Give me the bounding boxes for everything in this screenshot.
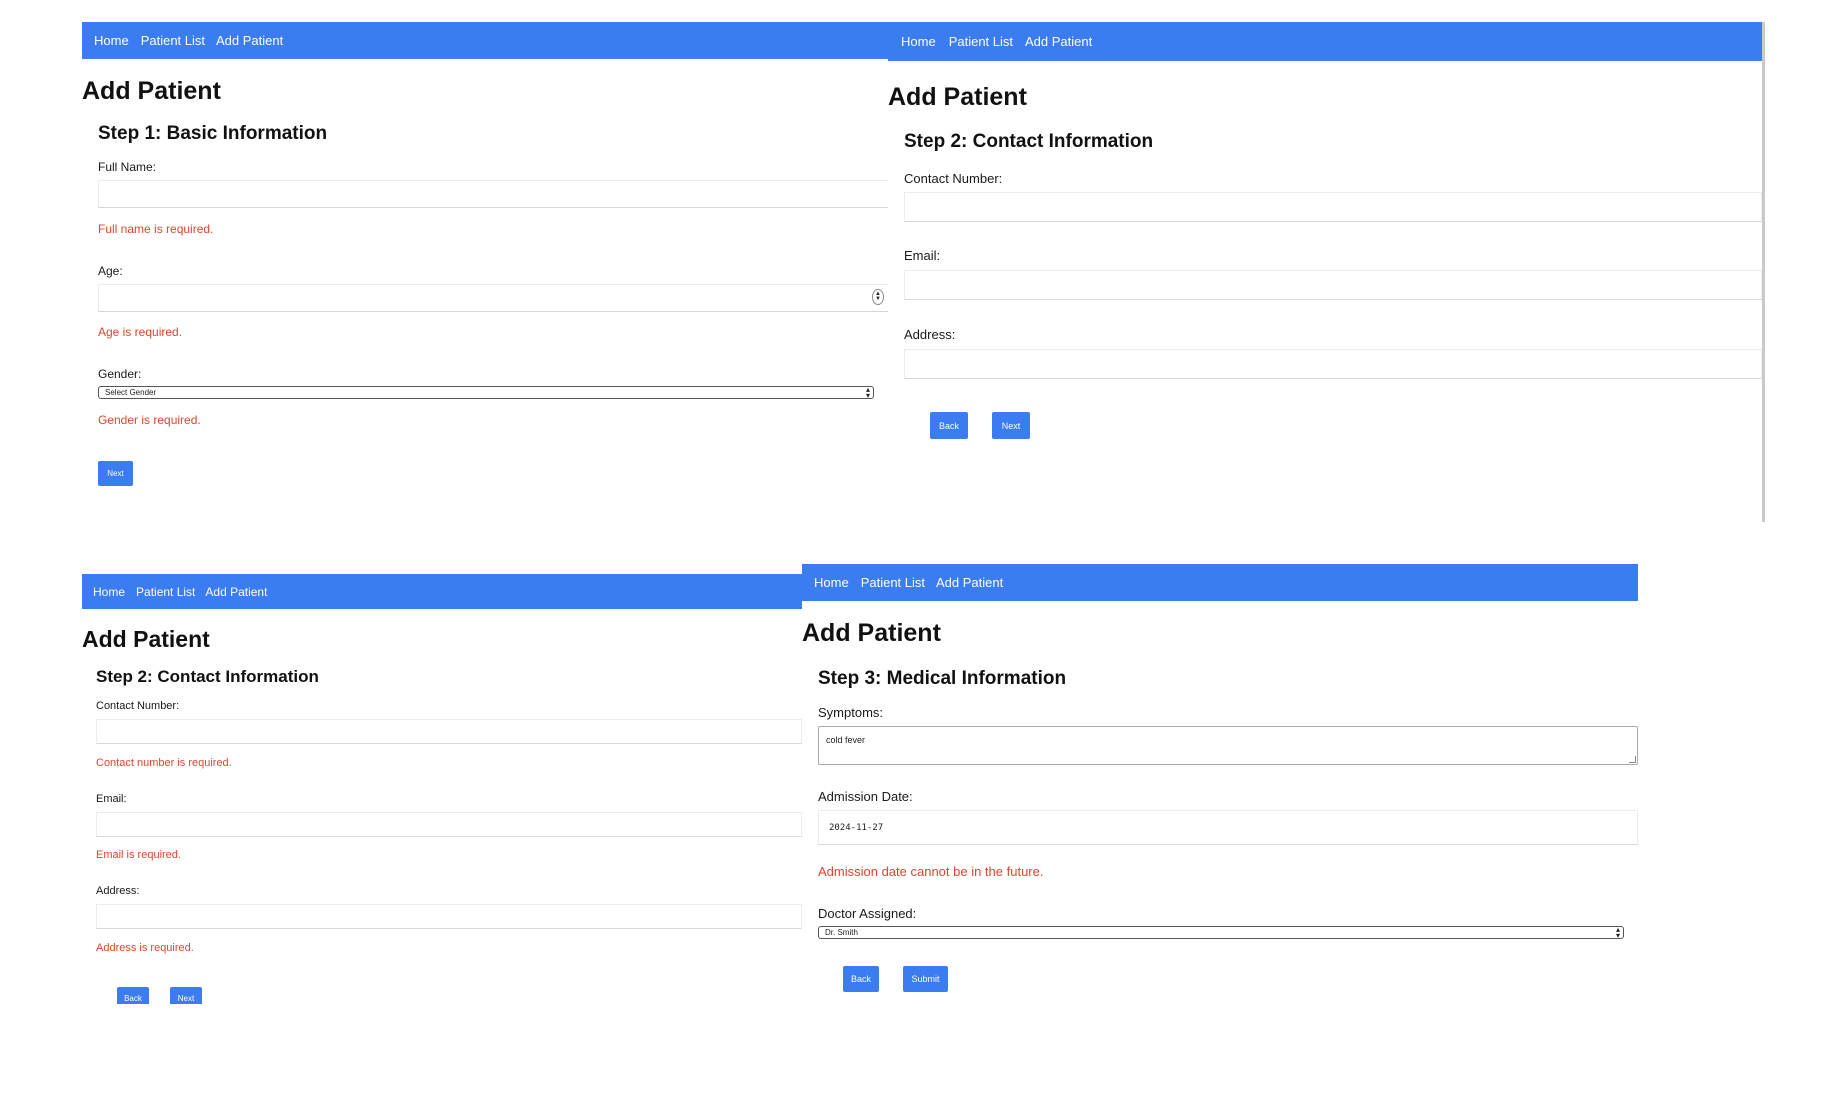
panel-step-1: Home Patient List Add Patient Add Patien… bbox=[82, 22, 888, 522]
back-button[interactable]: Back bbox=[843, 966, 879, 992]
gender-error: Gender is required. bbox=[98, 413, 201, 427]
next-button[interactable]: Next bbox=[992, 412, 1030, 439]
age-error: Age is required. bbox=[98, 325, 183, 339]
address-label: Address: bbox=[904, 327, 956, 342]
gender-select-value: Select Gender bbox=[105, 388, 157, 397]
nav-patient-list-link[interactable]: Patient List bbox=[861, 575, 925, 590]
contact-number-error: Contact number is required. bbox=[96, 757, 232, 769]
symptoms-textarea[interactable]: cold fever bbox=[818, 726, 1638, 765]
panel-step-2: Home Patient List Add Patient Add Patien… bbox=[888, 22, 1765, 522]
resize-grip-icon[interactable] bbox=[1629, 756, 1636, 763]
nav-patient-list-link[interactable]: Patient List bbox=[949, 34, 1013, 49]
full-name-error: Full name is required. bbox=[98, 222, 214, 236]
navbar: Home Patient List Add Patient bbox=[802, 564, 1638, 601]
nav-add-patient-link[interactable]: Add Patient bbox=[1025, 34, 1092, 49]
age-label: Age: bbox=[98, 264, 123, 278]
gender-label: Gender: bbox=[98, 367, 142, 381]
doctor-assigned-label: Doctor Assigned: bbox=[818, 906, 917, 921]
navbar: Home Patient List Add Patient bbox=[82, 22, 888, 59]
step-title: Step 2: Contact Information bbox=[96, 667, 319, 686]
age-input[interactable] bbox=[98, 284, 888, 312]
contact-number-input[interactable] bbox=[96, 719, 802, 744]
symptoms-value: cold fever bbox=[826, 735, 866, 745]
page-title: Add Patient bbox=[82, 626, 210, 652]
page-title: Add Patient bbox=[82, 77, 221, 105]
navbar: Home Patient List Add Patient bbox=[888, 22, 1762, 61]
email-error: Email is required. bbox=[96, 849, 181, 861]
page-title: Add Patient bbox=[802, 619, 941, 647]
select-arrows-icon: ▴ ▾ bbox=[1615, 924, 1620, 940]
submit-button[interactable]: Submit bbox=[903, 966, 948, 992]
nav-add-patient-link[interactable]: Add Patient bbox=[216, 33, 283, 48]
nav-home-link[interactable]: Home bbox=[93, 585, 125, 599]
address-input[interactable] bbox=[904, 349, 1762, 379]
full-name-label: Full Name: bbox=[98, 160, 157, 174]
panel-step-3: Home Patient List Add Patient Add Patien… bbox=[802, 564, 1638, 1004]
address-error: Address is required. bbox=[96, 942, 194, 954]
back-button[interactable]: Back bbox=[930, 412, 968, 439]
nav-patient-list-link[interactable]: Patient List bbox=[141, 33, 205, 48]
doctor-select-value: Dr. Smith bbox=[825, 928, 858, 937]
gender-select[interactable]: Select Gender ▴ ▾ bbox=[98, 384, 874, 400]
admission-date-value: 2024-11-27 bbox=[829, 823, 884, 833]
email-label: Email: bbox=[96, 793, 127, 805]
address-input[interactable] bbox=[96, 904, 802, 929]
admission-date-label: Admission Date: bbox=[818, 789, 913, 804]
full-name-input[interactable] bbox=[98, 180, 888, 208]
nav-home-link[interactable]: Home bbox=[814, 575, 849, 590]
page-title: Add Patient bbox=[888, 83, 1027, 111]
address-label: Address: bbox=[96, 885, 140, 897]
contact-number-label: Contact Number: bbox=[96, 700, 180, 712]
next-button[interactable]: Next bbox=[98, 461, 133, 486]
step-title: Step 3: Medical Information bbox=[818, 668, 1067, 689]
next-button[interactable]: Next bbox=[170, 987, 202, 1004]
doctor-assigned-select[interactable]: Dr. Smith ▴ ▾ bbox=[818, 924, 1624, 940]
navbar: Home Patient List Add Patient bbox=[82, 574, 802, 609]
age-spinner-icon[interactable]: ▲ ▼ bbox=[872, 289, 884, 305]
select-arrows-icon: ▴ ▾ bbox=[865, 384, 870, 400]
contact-number-input[interactable] bbox=[904, 192, 1762, 222]
nav-add-patient-link[interactable]: Add Patient bbox=[205, 585, 267, 599]
back-button[interactable]: Back bbox=[117, 987, 149, 1004]
admission-date-input[interactable]: 2024-11-27 bbox=[818, 810, 1638, 845]
nav-add-patient-link[interactable]: Add Patient bbox=[936, 575, 1003, 590]
email-input[interactable] bbox=[904, 270, 1762, 300]
admission-date-error: Admission date cannot be in the future. bbox=[818, 864, 1044, 879]
email-input[interactable] bbox=[96, 812, 802, 837]
step-title: Step 1: Basic Information bbox=[98, 123, 328, 144]
contact-number-label: Contact Number: bbox=[904, 171, 1003, 186]
nav-home-link[interactable]: Home bbox=[94, 33, 129, 48]
step-title: Step 2: Contact Information bbox=[904, 131, 1154, 152]
symptoms-label: Symptoms: bbox=[818, 705, 884, 720]
nav-home-link[interactable]: Home bbox=[901, 34, 936, 49]
email-label: Email: bbox=[904, 248, 941, 263]
nav-patient-list-link[interactable]: Patient List bbox=[136, 585, 195, 599]
panel-step-2-errors: Home Patient List Add Patient Add Patien… bbox=[82, 574, 802, 1004]
